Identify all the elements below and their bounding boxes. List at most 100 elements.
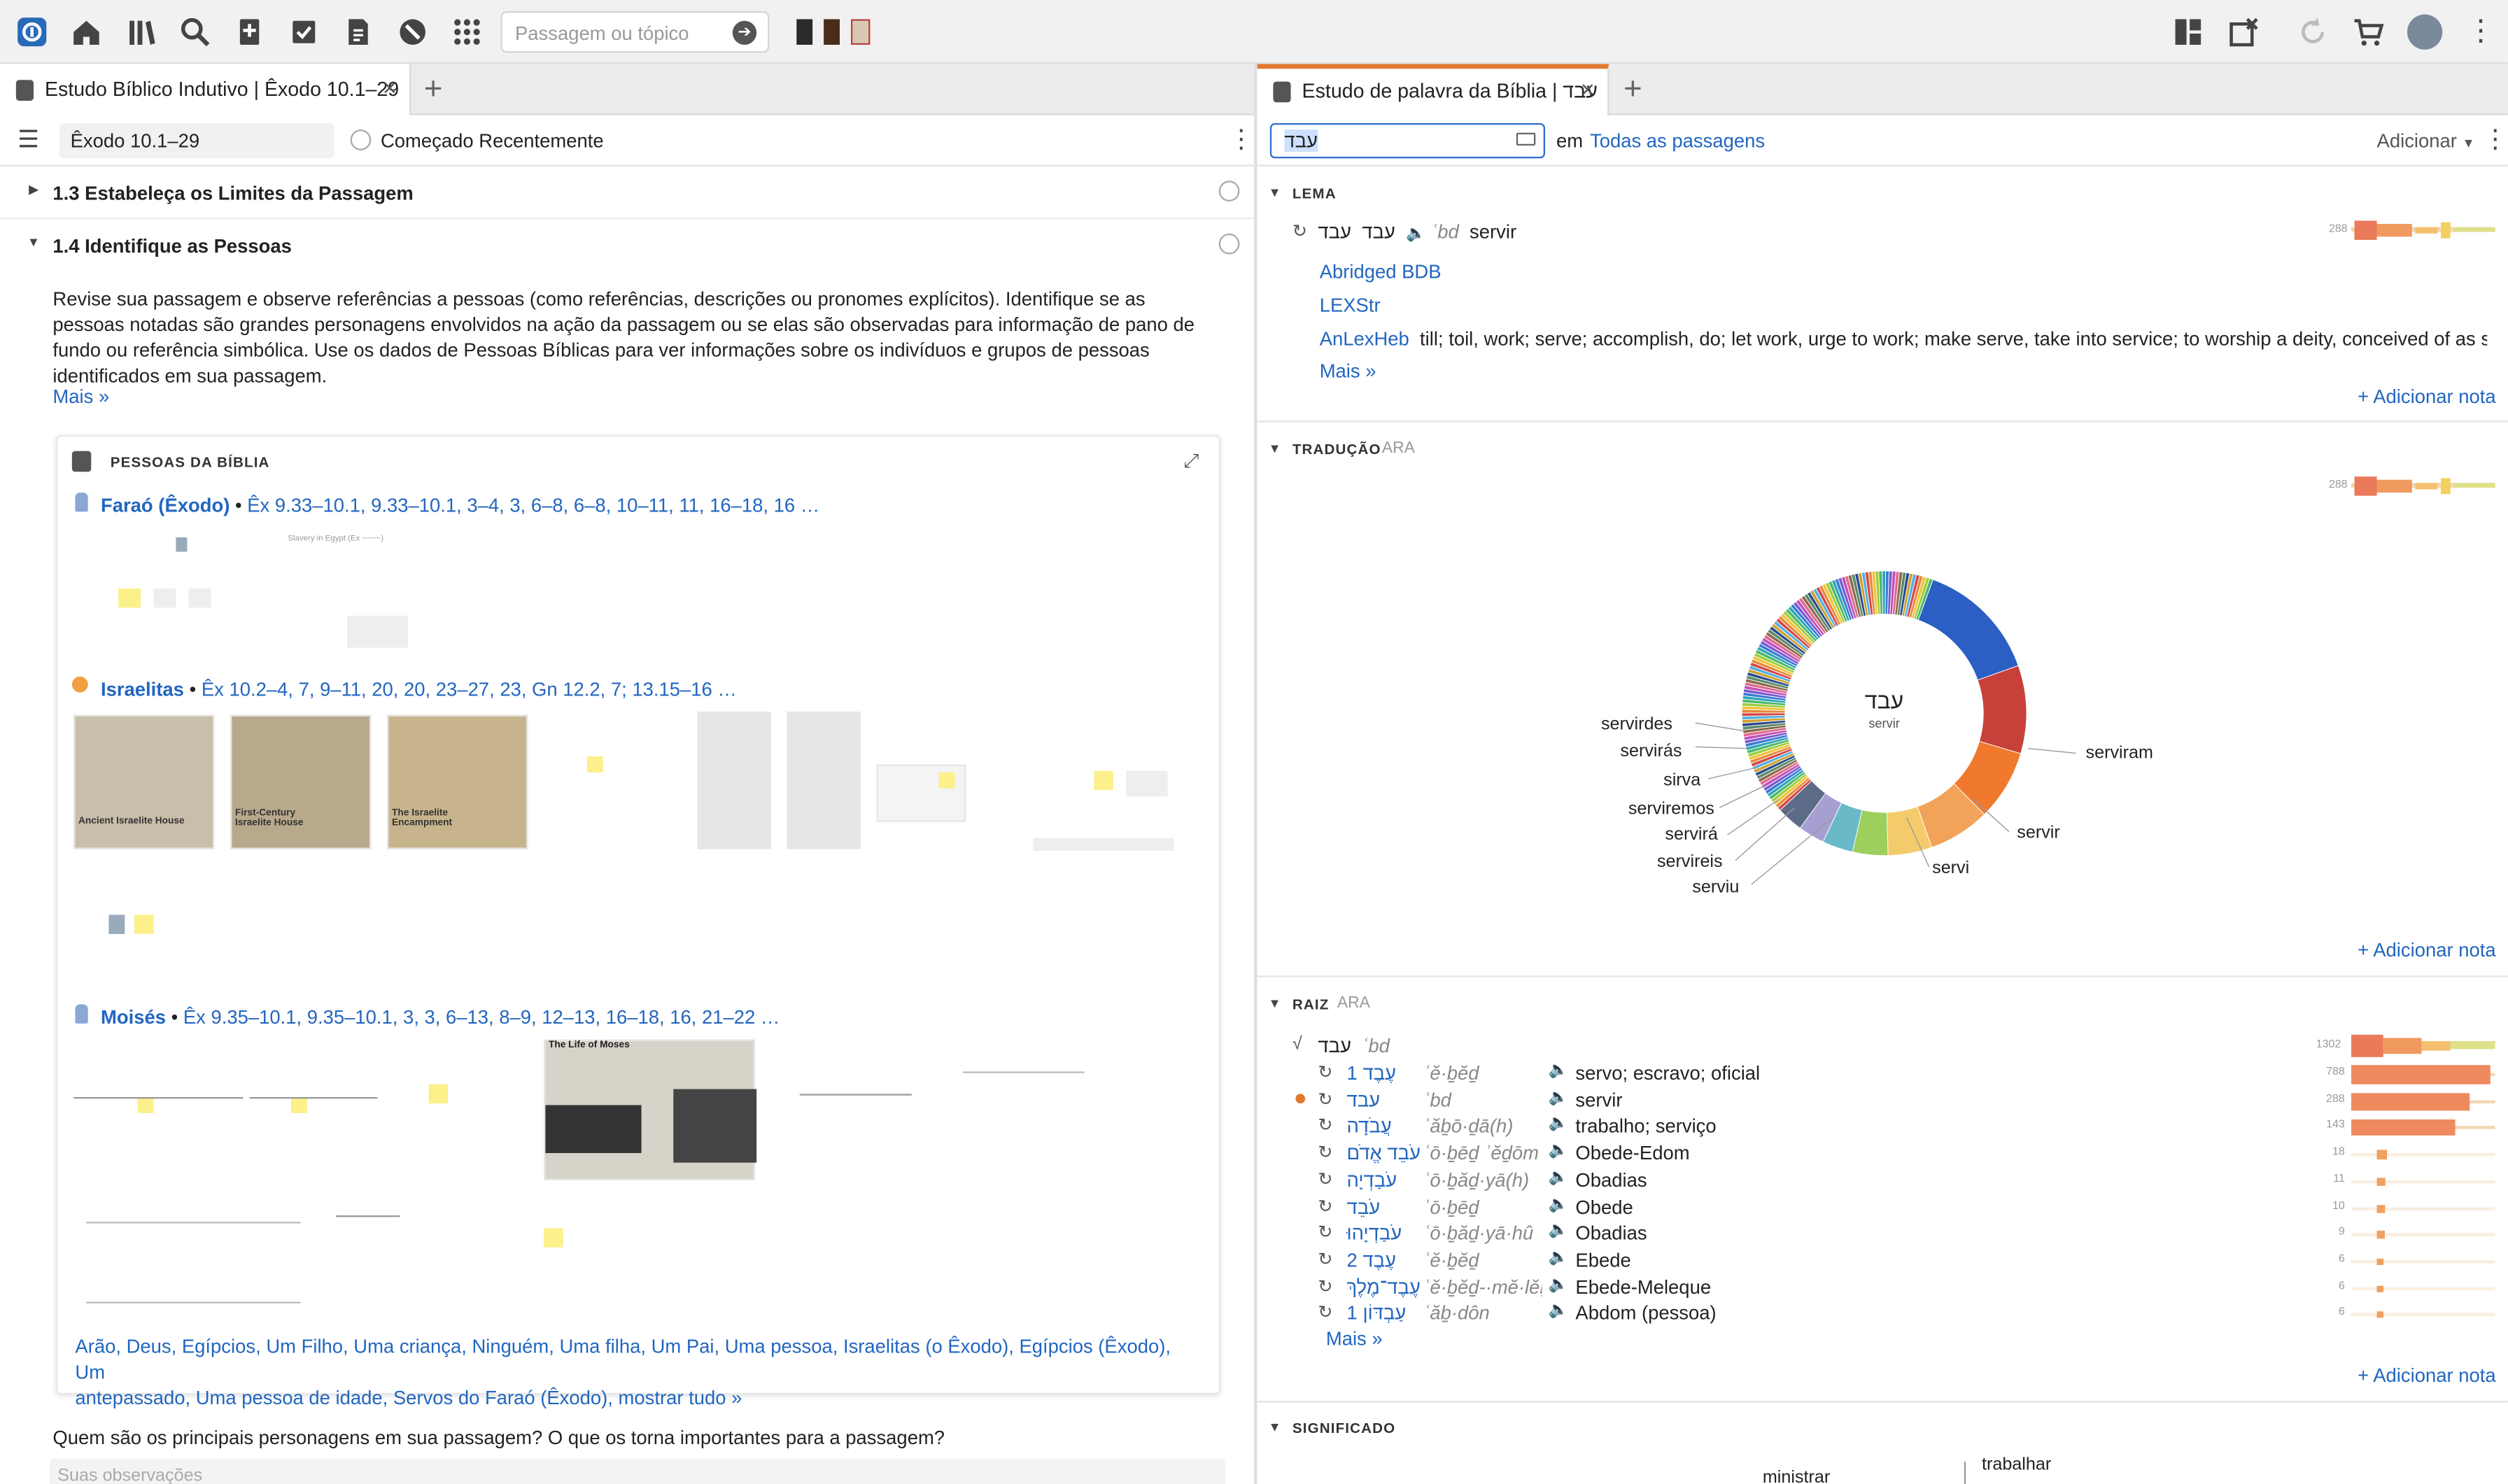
speaker-icon[interactable]: 🔈 [1549, 1222, 1568, 1240]
root-word-hebrew[interactable]: 2 עֶבֶד [1347, 1249, 1396, 1271]
diagram-thumbnail[interactable] [1033, 738, 1174, 851]
guides-icon[interactable] [230, 13, 269, 51]
passage-field[interactable]: Êxodo 10.1–29 [59, 122, 334, 159]
people-list-links[interactable]: Arão, Deus, Egípcios, Um Filho, Uma cria… [75, 1334, 1195, 1411]
more-menu-icon[interactable]: ⋮ [1228, 127, 1254, 154]
close-panels-icon[interactable] [2225, 13, 2263, 51]
more-link[interactable]: Mais » [1326, 1327, 1383, 1350]
close-icon[interactable]: × [1581, 77, 1595, 104]
section-heading[interactable]: 1.4 Identifique as Pessoas [52, 235, 291, 257]
more-menu-icon[interactable]: ⋮ [2467, 16, 2495, 45]
root-version[interactable]: ARA [1337, 995, 1370, 1012]
reference-links[interactable]: Êx 9.33–10.1, 9.33–10.1, 3–4, 3, 6–8, 6–… [247, 494, 819, 516]
observations-input[interactable]: Suas observações [49, 1458, 1225, 1484]
ancient-house-thumbnail[interactable]: Ancient Israelite House [73, 714, 215, 849]
collapse-arrow-icon[interactable]: ▼ [1269, 996, 1281, 1011]
root-word-row[interactable]: ↻ עֶבֶד־מֶלֶךְ ʿĕ·ḇĕḏ-·mĕ·lĕḵ 🔈 Ebede-Melequ… [0, 1275, 2344, 1303]
sync-icon[interactable] [2294, 13, 2332, 51]
expand-card-icon[interactable]: ⤢ [1183, 449, 1199, 473]
tab-word-study[interactable]: Estudo de palavra da Bíblia | עבד × [1257, 64, 1609, 115]
avatar[interactable] [2407, 14, 2443, 50]
root-word-hebrew[interactable]: 1 עַבְדּוֹן [1347, 1302, 1407, 1324]
add-note-button[interactable]: + Adicionar nota [2358, 386, 2495, 408]
recent-book-icon[interactable] [796, 19, 813, 45]
reference-links[interactable]: Êx 10.2–4, 7, 9–11, 20, 20, 23–27, 23, G… [202, 678, 737, 700]
go-arrow-icon[interactable]: ➔ [732, 20, 757, 45]
collapsed-arrow-icon[interactable]: ▶ [29, 183, 38, 197]
person-name-link[interactable]: Faraó (Êxodo) [101, 494, 230, 516]
root-word-hebrew[interactable]: 1 עֶבֶד [1347, 1062, 1396, 1084]
stele-thumbnail[interactable] [787, 712, 861, 849]
diagram-thumbnail[interactable] [96, 882, 224, 979]
library-icon[interactable] [123, 13, 162, 51]
scope-dropdown[interactable]: Todas as passagens [1590, 129, 1765, 152]
new-tab-button[interactable]: + [424, 72, 443, 109]
collapse-arrow-icon[interactable]: ▼ [1269, 1420, 1281, 1435]
cart-icon[interactable] [2350, 13, 2388, 51]
root-word-hebrew[interactable]: עֹבַדְיָהוּ [1347, 1222, 1402, 1245]
collapse-arrow-icon[interactable]: ▼ [1269, 441, 1281, 456]
show-all-link[interactable]: mostrar tudo » [619, 1387, 742, 1409]
status-circle-icon[interactable] [350, 129, 372, 150]
pharaoh-diagram-thumbnail[interactable]: Slavery in Egypt (Ex ~~~~) [99, 528, 419, 656]
add-dropdown[interactable]: Adicionar ▼ [2377, 129, 2475, 152]
encampment-thumbnail[interactable]: The Israelite Encampment [387, 714, 528, 849]
search-icon[interactable] [176, 13, 214, 51]
layouts-icon[interactable] [2169, 13, 2207, 51]
root-word-row[interactable]: ↻ עֹבַדְיָהוּ ʿō·ḇăḏ·yā·hû 🔈 Obadias 9 [0, 1222, 2344, 1250]
hamburger-menu-icon[interactable]: ☰ [17, 128, 39, 152]
speaker-icon[interactable]: 🔈 [1549, 1275, 1568, 1293]
expanded-arrow-icon[interactable]: ▼ [27, 235, 40, 250]
add-note-button[interactable]: + Adicionar nota [2358, 939, 2495, 961]
logos-app-icon[interactable] [13, 13, 51, 51]
section-status-icon[interactable] [1218, 233, 1240, 255]
tools-icon[interactable] [393, 13, 432, 51]
speaker-icon[interactable]: 🔈 [1549, 1142, 1568, 1159]
apps-grid-icon[interactable] [448, 13, 486, 51]
person-name-link[interactable]: Moisés [101, 1006, 166, 1029]
root-word-row[interactable]: ↻ עֲבֹדָה ʿăḇō·ḏā(h) 🔈 trabalho; serviço 143 [0, 1115, 2344, 1143]
speaker-icon[interactable]: 🔈 [1549, 1302, 1568, 1320]
resource-link-abridged-bdb[interactable]: Abridged BDB [1320, 261, 1442, 283]
resource-link-lexstr[interactable]: LEXStr [1320, 295, 1381, 317]
root-word-row[interactable]: ↻ עבד ʿbd 🔈 servir 288 [0, 1089, 2344, 1116]
stele-thumbnail[interactable] [697, 712, 771, 849]
speaker-icon[interactable]: 🔈 [1549, 1115, 1568, 1133]
root-word-hebrew[interactable]: עֲבֹדָה [1347, 1115, 1392, 1138]
search-input[interactable]: Passagem ou tópico ➔ [500, 10, 770, 53]
section-status-icon[interactable] [1218, 181, 1240, 202]
root-word-hebrew[interactable]: עֹבֵד [1347, 1196, 1381, 1218]
more-menu-icon[interactable]: ⋮ [2482, 127, 2508, 154]
root-word-hebrew[interactable]: עֹבַדְיָה [1347, 1168, 1397, 1191]
speaker-icon[interactable]: 🔈 [1549, 1062, 1568, 1080]
new-tab-button[interactable]: + [1623, 72, 1642, 109]
root-word-row[interactable]: ↻ 1 עַבְדּוֹן ʿăḇ·dôn 🔈 Abdom (pessoa) 6 [0, 1302, 2344, 1329]
root-word-row[interactable]: ↻ עֹבֵד אֱדֹם ʿō·ḇēḏ ʾĕḏōm 🔈 Obede-Edom 18 [0, 1142, 2344, 1169]
root-word-row[interactable]: ↻ 2 עֶבֶד ʿĕ·ḇĕḏ 🔈 Ebede 6 [0, 1249, 2344, 1276]
home-icon[interactable] [67, 13, 106, 51]
root-word-hebrew[interactable]: עֶבֶד־מֶלֶךְ [1347, 1275, 1421, 1298]
translation-version[interactable]: ARA [1382, 440, 1415, 458]
root-word-row[interactable]: ↻ עֹבַדְיָה ʿō·ḇăḏ·yā(h) 🔈 Obadias 11 [0, 1168, 2344, 1196]
section-heading[interactable]: 1.3 Estabeleça os Limites da Passagem [52, 183, 413, 205]
close-icon[interactable]: × [383, 75, 397, 102]
reference-links[interactable]: Êx 9.35–10.1, 9.35–10.1, 3, 3, 6–13, 8–9… [183, 1006, 780, 1029]
more-link[interactable]: Mais » [52, 386, 109, 408]
recent-book-icon[interactable] [824, 19, 840, 45]
add-note-button[interactable]: + Adicionar nota [2358, 1364, 2495, 1387]
donut-segment[interactable] [1977, 665, 2027, 754]
speaker-icon[interactable]: 🔈 [1549, 1196, 1568, 1213]
speaker-icon[interactable]: 🔈 [1549, 1168, 1568, 1186]
root-word-hebrew[interactable]: עֹבֵד אֱדֹם [1347, 1142, 1421, 1164]
first-century-house-thumbnail[interactable]: First-Century Israelite House [230, 714, 372, 849]
collapse-arrow-icon[interactable]: ▼ [1269, 185, 1281, 200]
speaker-icon[interactable]: 🔈 [1549, 1089, 1568, 1106]
more-link[interactable]: Mais » [1320, 360, 1376, 382]
group-name-link[interactable]: Israelitas [101, 678, 184, 700]
root-word-hebrew[interactable]: עבד [1347, 1089, 1381, 1111]
resource-link-anlexheb[interactable]: AnLexHeb [1320, 328, 1409, 351]
keyboard-icon[interactable] [1516, 132, 1536, 146]
root-word-row[interactable]: ↻ עֹבֵד ʿō·ḇēḏ 🔈 Obede 10 [0, 1196, 2344, 1223]
document-icon[interactable] [339, 13, 378, 51]
tab-inductive-study[interactable]: Estudo Bíblico Indutivo | Êxodo 10.1–29 × [0, 64, 411, 115]
